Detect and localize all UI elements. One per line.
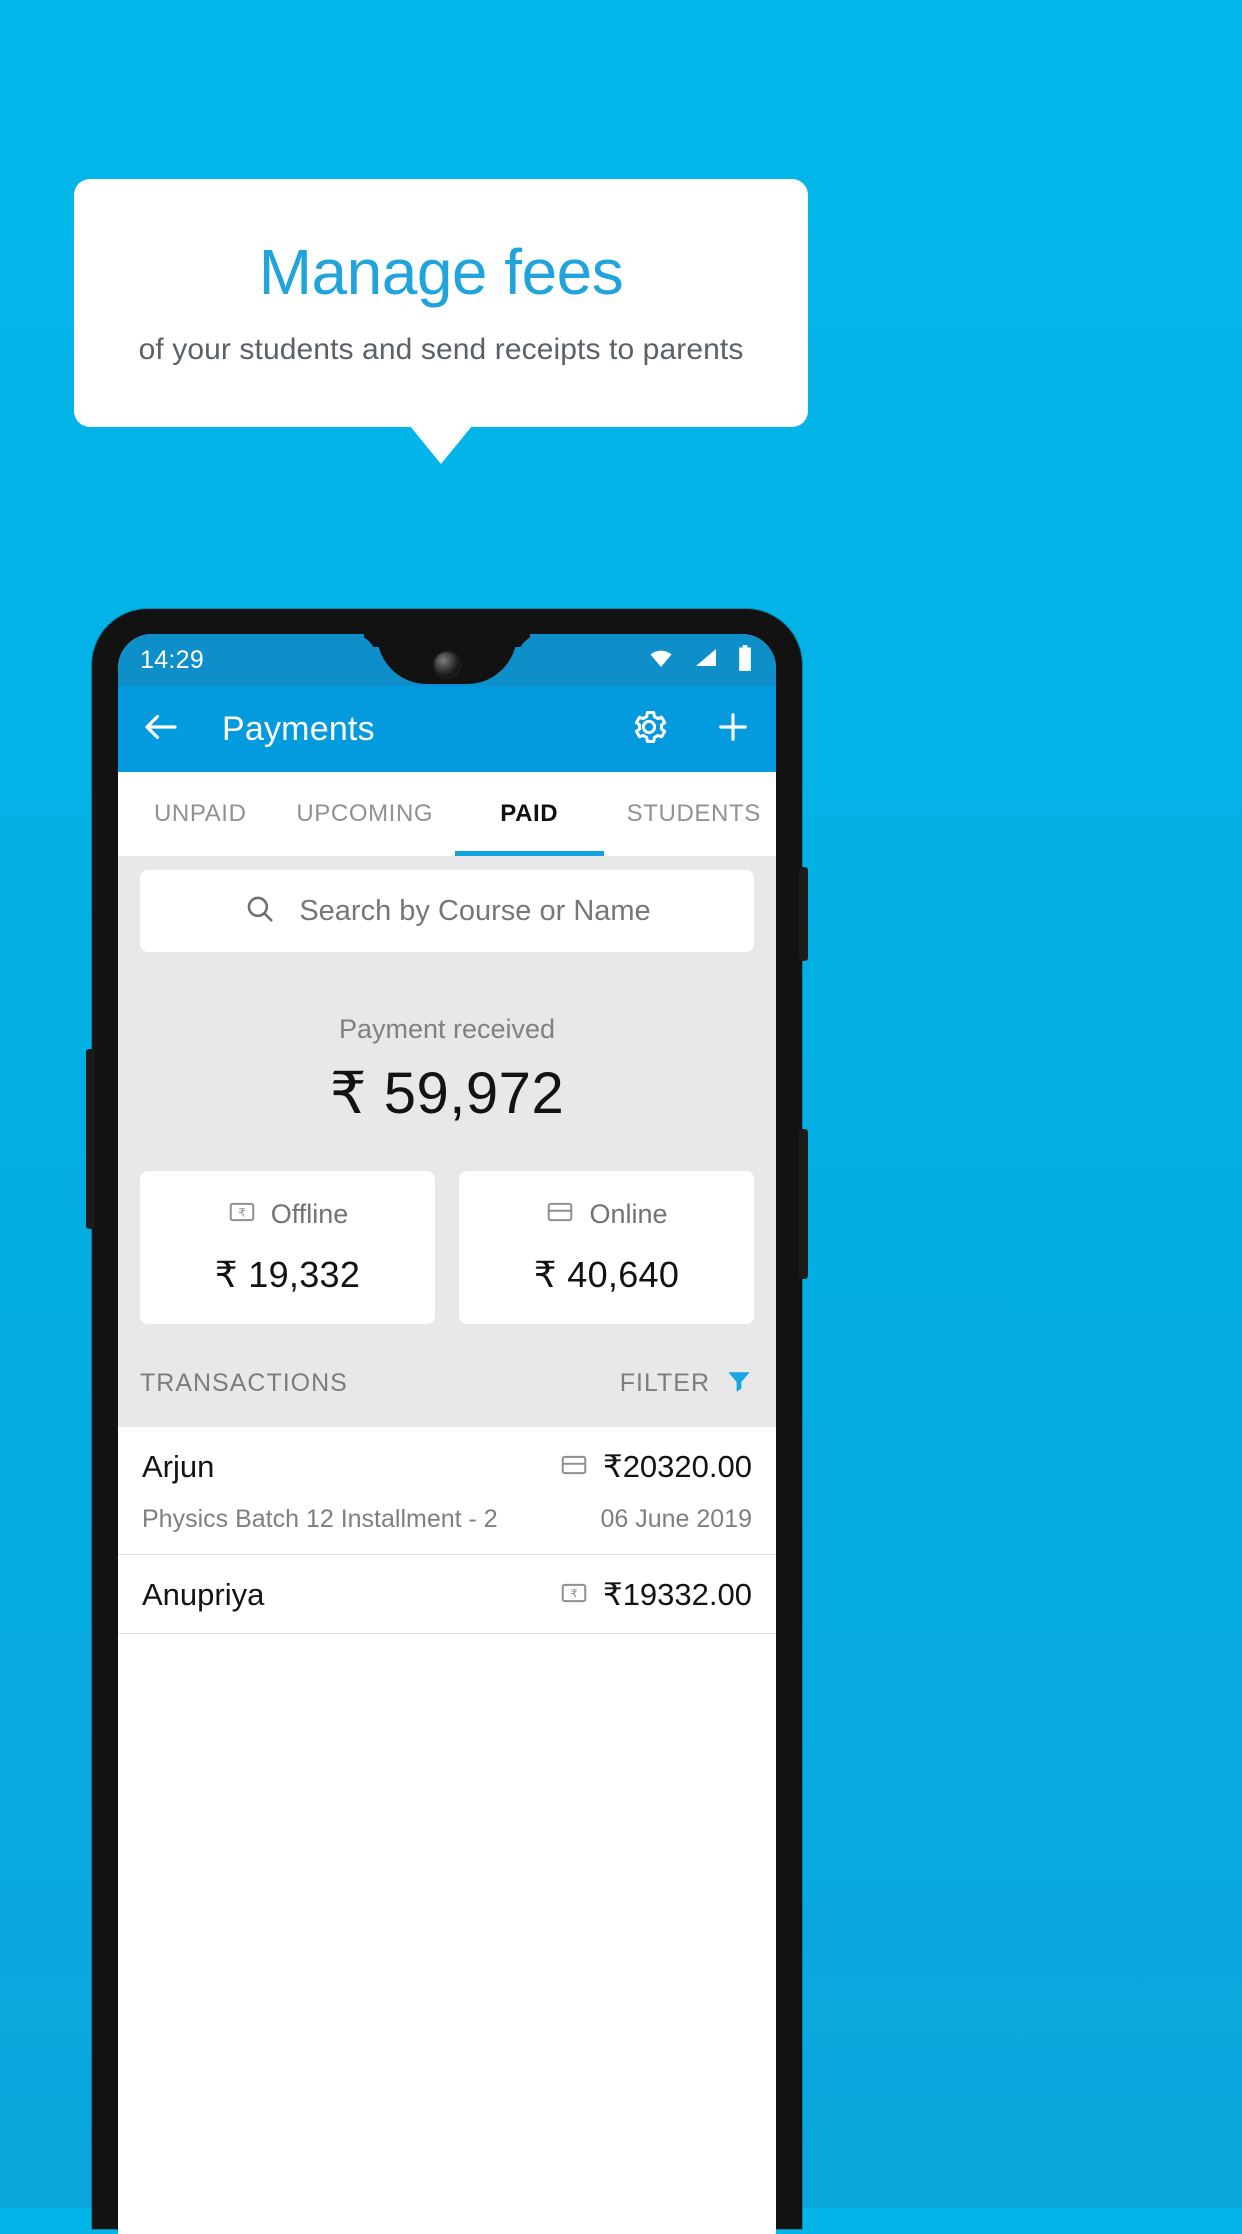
rupee-note-icon: ₹ [227,1197,257,1232]
tab-students[interactable]: STUDENTS [612,772,777,856]
search-placeholder: Search by Course or Name [299,894,651,927]
status-icon-group [646,644,754,677]
search-input[interactable]: Search by Course or Name [140,870,754,952]
phone-button-volume [799,1129,808,1279]
tab-label: PAID [500,800,559,827]
plus-icon[interactable] [712,706,754,753]
tab-unpaid[interactable]: UNPAID [118,772,283,856]
phone-button-left [86,1049,95,1229]
transaction-amount-group: ₹20320.00 [559,1449,752,1485]
transaction-amount: ₹20320.00 [602,1449,752,1484]
offline-card-amount: ₹ 19,332 [214,1254,361,1295]
table-row[interactable]: Anupriya ₹ ₹19332.00 [118,1555,776,1634]
svg-text:₹: ₹ [238,1208,245,1220]
credit-card-icon [545,1197,575,1232]
app-bar-actions [628,706,754,753]
transaction-list: Arjun ₹20320.00 Physics Batch 12 Install… [118,1427,776,1634]
transaction-name: Anupriya [142,1577,265,1612]
transaction-primary-line: Anupriya ₹ ₹19332.00 [142,1577,752,1613]
offline-card[interactable]: ₹ Offline ₹ 19,332 [140,1171,435,1324]
transaction-amount: ₹19332.00 [602,1577,752,1612]
transaction-name: Arjun [142,1449,215,1484]
table-row[interactable]: Arjun ₹20320.00 Physics Batch 12 Install… [118,1427,776,1555]
search-icon [243,892,277,931]
battery-icon [736,644,754,677]
phone-screen: 14:29 Payments UNPAID UPCOMING PAID STUD… [118,634,776,2234]
tab-label: UPCOMING [296,800,434,827]
wifi-icon [646,646,676,675]
screen-content: Search by Course or Name Payment receive… [118,856,776,1634]
rupee-note-icon: ₹ [559,1578,589,1613]
front-camera [434,652,460,677]
payment-method-cards: ₹ Offline ₹ 19,332 Online ₹ 40,640 [118,1127,776,1324]
credit-card-icon [559,1450,589,1485]
status-time: 14:29 [140,645,205,674]
page-title: Payments [222,709,375,748]
transaction-secondary-line: Physics Batch 12 Installment - 2 06 June… [142,1505,752,1534]
promo-stage: Manage fees of your students and send re… [0,0,1242,2234]
signal-icon [692,646,720,675]
app-bar: Payments [118,686,776,772]
tab-bar: UNPAID UPCOMING PAID STUDENTS [118,772,776,856]
tab-label: UNPAID [154,800,247,827]
transaction-primary-line: Arjun ₹20320.00 [142,1449,752,1485]
tab-paid[interactable]: PAID [447,772,612,856]
status-bar: 14:29 [118,634,776,686]
phone-mockup: 14:29 Payments UNPAID UPCOMING PAID STUD… [86,609,808,2234]
promo-subtitle: of your students and send receipts to pa… [138,332,744,366]
funnel-icon [724,1366,754,1401]
transaction-date: 06 June 2019 [600,1505,752,1533]
filter-button[interactable]: FILTER [620,1366,754,1401]
gear-icon[interactable] [628,706,670,753]
transactions-title: TRANSACTIONS [140,1369,348,1397]
payment-summary: Payment received ₹ 59,972 [118,952,776,1127]
offline-card-label: Offline [270,1199,349,1229]
phone-button-power [799,867,808,961]
summary-label: Payment received [338,1014,556,1044]
promo-bubble-tail [410,426,472,464]
offline-card-head: ₹ Offline [140,1197,435,1232]
promo-title: Manage fees [258,236,624,309]
tab-upcoming[interactable]: UPCOMING [283,772,448,856]
svg-text:₹: ₹ [570,1588,577,1600]
promo-bubble: Manage fees of your students and send re… [74,179,808,427]
summary-amount: ₹ 59,972 [329,1061,565,1126]
tab-label: STUDENTS [626,800,761,827]
transaction-description: Physics Batch 12 Installment - 2 [142,1505,498,1533]
online-card-label: Online [589,1199,668,1229]
online-card-head: Online [459,1197,754,1232]
online-card-amount: ₹ 40,640 [533,1254,680,1295]
back-arrow-icon[interactable] [140,706,182,753]
search-section: Search by Course or Name [118,856,776,952]
transaction-amount-group: ₹ ₹19332.00 [559,1577,752,1613]
filter-label: FILTER [619,1369,710,1397]
online-card[interactable]: Online ₹ 40,640 [459,1171,754,1324]
transactions-header: TRANSACTIONS FILTER [118,1324,776,1427]
